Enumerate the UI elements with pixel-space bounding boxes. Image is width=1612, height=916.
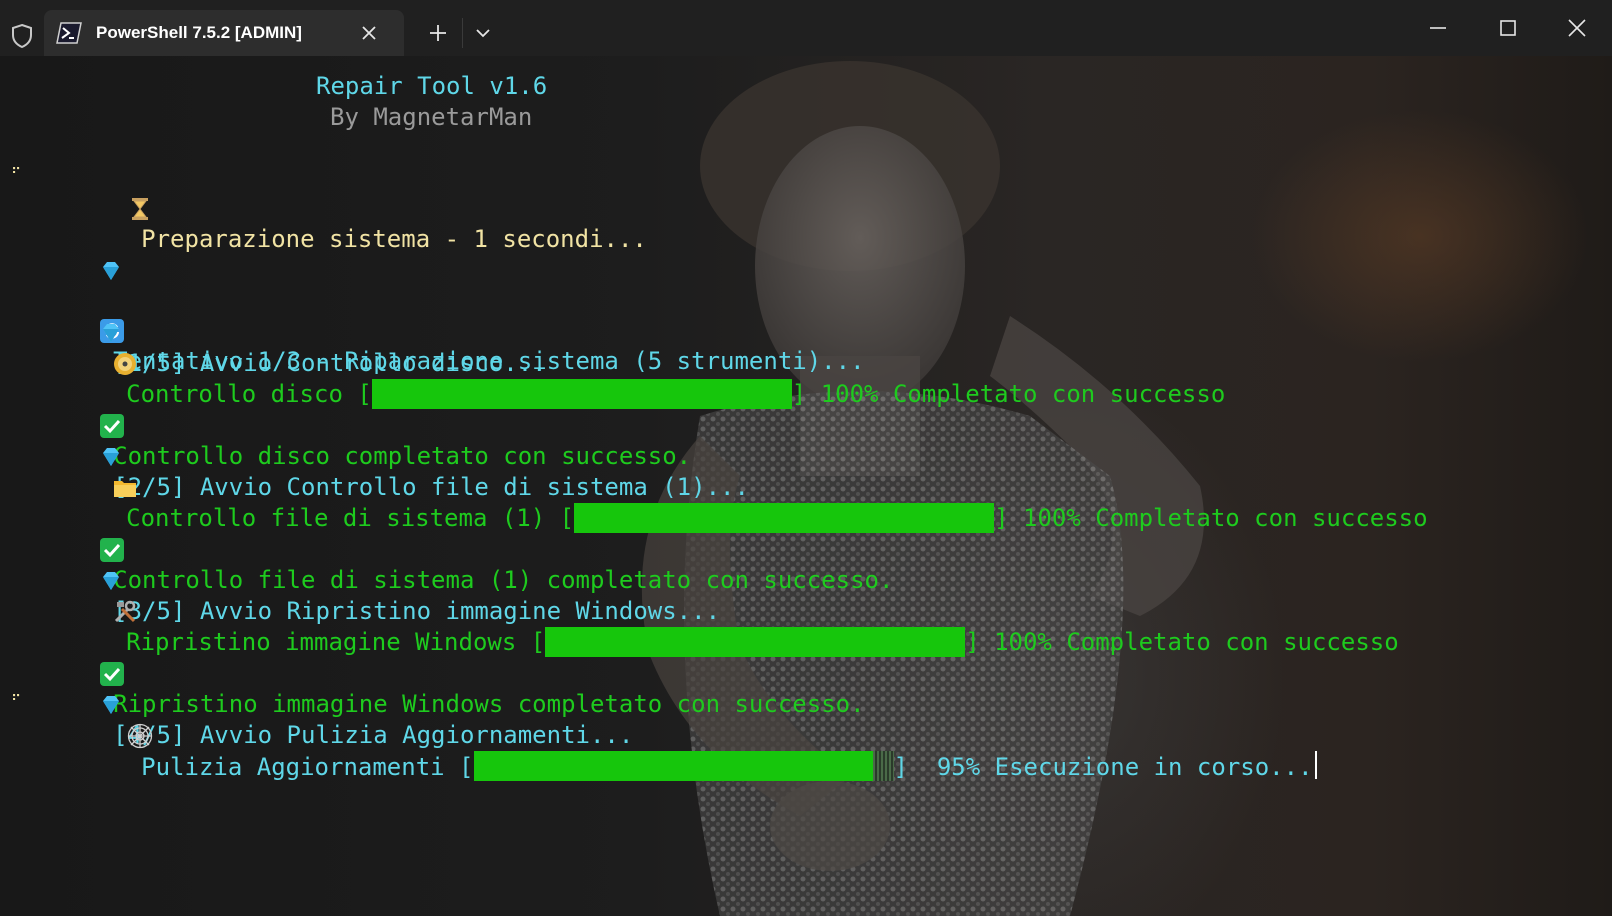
- step1-done-line: Controllo disco completato con successo.: [12, 381, 691, 470]
- step4-progress-remaining: [872, 751, 894, 781]
- step3-start-text: [3/5] Avvio Ripristino immagine Windows.…: [113, 597, 721, 625]
- tab-title: PowerShell 7.5.2 [ADMIN]: [96, 23, 302, 42]
- spinner-icon: ⠋: [11, 166, 22, 182]
- step3-status: ] 100% Completato con successo: [965, 628, 1399, 656]
- attempt-line: Tentativo 1/3 - Riparazione sistema (5 s…: [12, 226, 865, 375]
- tools-icon: [114, 600, 135, 623]
- disc-icon: [113, 353, 136, 375]
- tab-powershell[interactable]: PowerShell 7.5.2 [ADMIN]: [44, 10, 404, 56]
- step4-progress-line: Pulizia Aggiornamenti [ ] 95% Esecuzione …: [40, 691, 1317, 781]
- step2-start-line: [2/5] Avvio Controllo file di sistema (1…: [12, 412, 749, 501]
- step2-progress-line: Controllo file di sistema (1) [] 100% Co…: [25, 443, 1428, 533]
- step4-progress-bar: [473, 751, 873, 781]
- step3-progress-line: Ripristino immagine Windows [] 100% Comp…: [25, 567, 1399, 657]
- hourglass-icon: [131, 198, 148, 220]
- step4-start-text: [4/5] Avvio Pulizia Aggiornamenti...: [113, 721, 634, 749]
- step3-done-line: Ripristino immagine Windows completato c…: [12, 629, 865, 718]
- step1-start-text: [1/5] Avvio Controllo disco...: [113, 349, 547, 377]
- step2-status: ] 100% Completato con successo: [994, 504, 1428, 532]
- close-icon[interactable]: [358, 22, 380, 44]
- shield-icon: [8, 21, 36, 51]
- window-close-icon[interactable]: [1555, 8, 1599, 48]
- prep-line: Preparazione sistema - 1 secondi...: [40, 164, 647, 253]
- step1-start-line: [1/5] Avvio Controllo disco...: [12, 288, 547, 377]
- plus-icon[interactable]: [425, 20, 451, 46]
- gem-icon: [102, 262, 119, 280]
- step4-status: ] 95% Esecuzione in corso...: [893, 753, 1313, 781]
- step4-label: Pulizia Aggiornamenti [: [141, 753, 474, 781]
- step2-start-text: [2/5] Avvio Controllo file di sistema (1…: [113, 473, 749, 501]
- minimize-icon[interactable]: [1416, 8, 1460, 48]
- divider: [462, 18, 463, 48]
- step1-status: ] 100% Completato con successo: [791, 380, 1226, 408]
- step1-progress-line: Controllo disco [] 100% Completato con s…: [25, 319, 1225, 409]
- powershell-icon: [56, 22, 82, 44]
- chevron-down-icon[interactable]: [470, 20, 496, 46]
- maximize-icon[interactable]: [1486, 8, 1530, 48]
- folder-icon: [113, 481, 136, 497]
- tool-title: Repair Tool v1.6: [316, 72, 548, 100]
- terminal-output[interactable]: Repair Tool v1.6 By MagnetarMan ⠋ Prepar…: [0, 56, 1612, 916]
- step2-done-line: Controllo file di sistema (1) completato…: [12, 505, 893, 594]
- step4-start-line: [4/5] Avvio Pulizia Aggiornamenti...: [12, 660, 633, 749]
- tool-author: By MagnetarMan: [330, 103, 533, 131]
- spinner-icon: ⠋: [11, 693, 22, 709]
- title-bar: PowerShell 7.5.2 [ADMIN]: [0, 0, 1612, 56]
- terminal-window: PowerShell 7.5.2 [ADMIN] Repair Tool v1.…: [0, 0, 1612, 916]
- text-cursor: [1314, 751, 1317, 779]
- step3-start-line: [3/5] Avvio Ripristino immagine Windows.…: [12, 536, 720, 625]
- spider-web-icon: [127, 723, 152, 749]
